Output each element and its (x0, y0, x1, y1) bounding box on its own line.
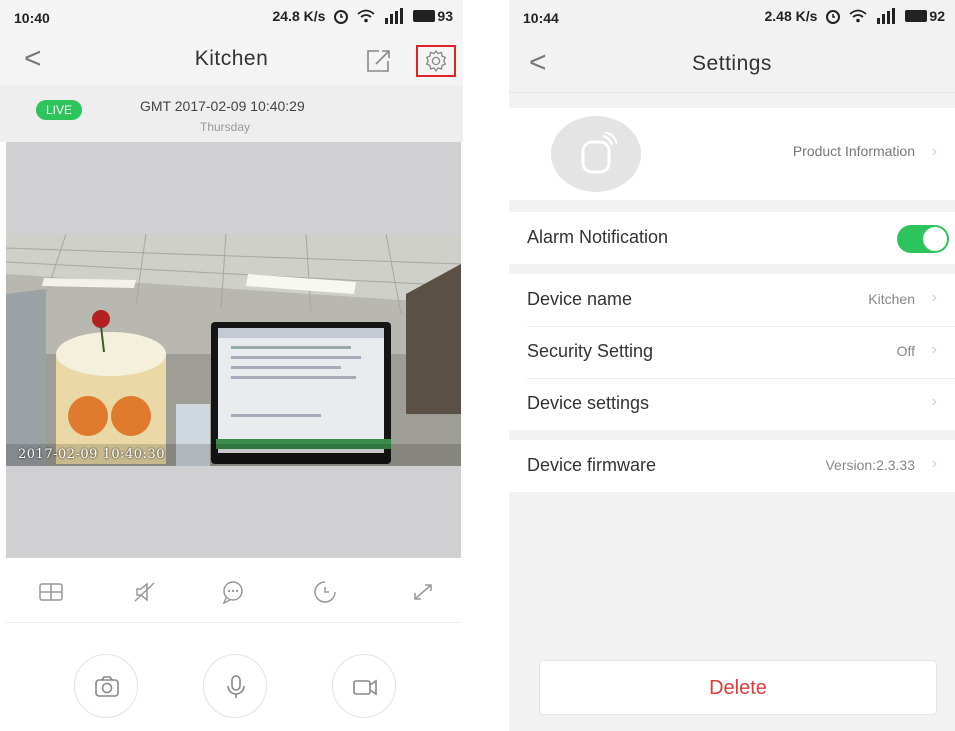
alarm-notification-label: Alarm Notification (527, 227, 669, 247)
page-title: Kitchen (194, 47, 269, 70)
mute-icon[interactable] (132, 580, 158, 604)
security-setting-value: Off (896, 343, 915, 359)
battery-icon (413, 10, 436, 22)
settings-button[interactable] (416, 45, 456, 77)
device-name-row[interactable]: Device name Kitchen › (527, 274, 955, 327)
camera-feed[interactable]: 2017-02-09 10:40:30 (6, 234, 461, 466)
battery-level: 92 (929, 8, 945, 24)
history-icon[interactable] (312, 580, 338, 604)
battery-icon (905, 10, 928, 22)
chevron-right-icon: › (931, 143, 937, 160)
chevron-right-icon: › (931, 289, 937, 306)
live-view-screen: 10:40 24.8 K/s 93 < Kitchen LIVE GMT 201… (0, 0, 463, 731)
wifi-icon (357, 9, 376, 23)
camera-feed-image (6, 234, 461, 466)
signal-icon (385, 8, 404, 24)
live-datetime: GMT 2017-02-09 10:40:29 (140, 98, 305, 114)
battery-indicator: 93 (413, 8, 453, 24)
microphone-icon (227, 675, 245, 698)
device-firmware-row[interactable]: Device firmware Version:2.3.33 › (527, 440, 955, 492)
product-information-row[interactable]: Product Information › (509, 108, 955, 200)
network-speed: 2.48 K/s (764, 8, 818, 24)
alarm-notification-row: Alarm Notification (527, 212, 955, 264)
status-bar: 10:40 24.8 K/s 93 (0, 0, 463, 36)
nav-bar: < Settings (509, 36, 955, 93)
chevron-right-icon: › (931, 393, 937, 410)
device-name-value: Kitchen (868, 291, 915, 307)
delete-button[interactable]: Delete (539, 660, 937, 715)
camera-device-icon (581, 132, 617, 174)
device-firmware-label: Device firmware (527, 455, 657, 475)
video-timestamp: 2017-02-09 10:40:30 (18, 447, 165, 462)
camera-icon (95, 676, 119, 697)
snapshot-button[interactable] (74, 654, 138, 718)
status-bar: 10:44 2.48 K/s 92 (509, 0, 955, 36)
status-time: 10:44 (523, 10, 559, 26)
device-firmware-value: Version:2.3.33 (825, 457, 915, 473)
video-controls (6, 560, 461, 623)
chevron-right-icon: › (931, 341, 937, 358)
chevron-right-icon: › (931, 455, 937, 472)
status-icons: 24.8 K/s 93 (272, 8, 453, 24)
gear-icon (425, 49, 447, 72)
device-name-label: Device name (527, 289, 633, 309)
wifi-icon (849, 9, 868, 23)
device-settings-label: Device settings (527, 393, 650, 413)
security-setting-row[interactable]: Security Setting Off › (527, 326, 955, 379)
live-info-bar: LIVE GMT 2017-02-09 10:40:29 Thursday (0, 86, 463, 142)
nav-bar: < Kitchen (0, 36, 463, 86)
live-weekday: Thursday (200, 120, 251, 134)
message-icon[interactable] (220, 580, 246, 604)
alarm-clock-icon (826, 10, 841, 24)
share-icon[interactable] (365, 48, 393, 74)
record-icon (353, 679, 377, 696)
device-avatar (551, 116, 641, 192)
live-badge: LIVE (36, 100, 83, 120)
firmware-card: Device firmware Version:2.3.33 › (509, 440, 955, 492)
layout-icon[interactable] (38, 580, 64, 604)
fullscreen-icon[interactable] (410, 580, 436, 604)
battery-level: 93 (437, 8, 453, 24)
alarm-card: Alarm Notification (509, 212, 955, 264)
device-card: Device name Kitchen › Security Setting O… (509, 274, 955, 430)
record-button[interactable] (332, 654, 396, 718)
page-title: Settings (692, 52, 772, 75)
product-information-label: Product Information (792, 143, 915, 159)
alarm-notification-toggle[interactable] (897, 225, 949, 253)
device-settings-row[interactable]: Device settings › (527, 378, 955, 430)
video-area[interactable]: 2017-02-09 10:40:30 (6, 142, 461, 558)
alarm-clock-icon (334, 10, 349, 24)
network-speed: 24.8 K/s (272, 8, 326, 24)
security-setting-label: Security Setting (527, 341, 654, 361)
settings-screen: 10:44 2.48 K/s 92 < Settings Product Inf… (509, 0, 955, 731)
battery-indicator: 92 (905, 8, 945, 24)
talk-button[interactable] (203, 654, 267, 718)
status-time: 10:40 (14, 10, 50, 26)
status-icons: 2.48 K/s 92 (764, 8, 945, 24)
signal-icon (877, 8, 896, 24)
